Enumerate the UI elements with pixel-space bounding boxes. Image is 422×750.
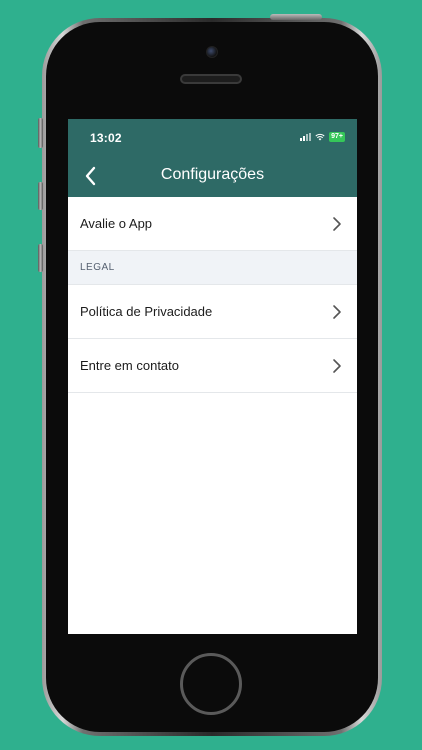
nav-bar: Configurações (68, 157, 357, 197)
app-screen: 13:02 97+ Configurações Avalie o App LEG… (68, 119, 357, 634)
power-button (270, 14, 322, 20)
chevron-right-icon (333, 304, 341, 319)
chevron-right-icon (333, 358, 341, 373)
cellular-signal-icon (300, 133, 312, 141)
earpiece-speaker (180, 74, 242, 84)
volume-up-button (38, 182, 43, 210)
mute-switch (38, 118, 43, 148)
battery-icon: 97+ (329, 132, 345, 142)
chevron-right-icon (333, 216, 341, 231)
row-label: Política de Privacidade (80, 304, 213, 319)
settings-row-contact[interactable]: Entre em contato (68, 339, 357, 393)
status-icons: 97+ (300, 132, 345, 142)
front-camera (206, 46, 218, 58)
settings-row-rate-app[interactable]: Avalie o App (68, 197, 357, 251)
home-button[interactable] (180, 653, 242, 715)
section-header-legal: LEGAL (68, 251, 357, 285)
row-label: Avalie o App (80, 216, 153, 231)
header: 13:02 97+ Configurações (68, 119, 357, 197)
row-label: Entre em contato (80, 358, 179, 373)
settings-row-privacy-policy[interactable]: Política de Privacidade (68, 285, 357, 339)
wifi-icon (315, 133, 325, 141)
status-bar: 13:02 97+ (68, 119, 357, 157)
volume-down-button (38, 244, 43, 272)
status-time: 13:02 (90, 131, 122, 145)
page-title: Configurações (160, 166, 265, 183)
